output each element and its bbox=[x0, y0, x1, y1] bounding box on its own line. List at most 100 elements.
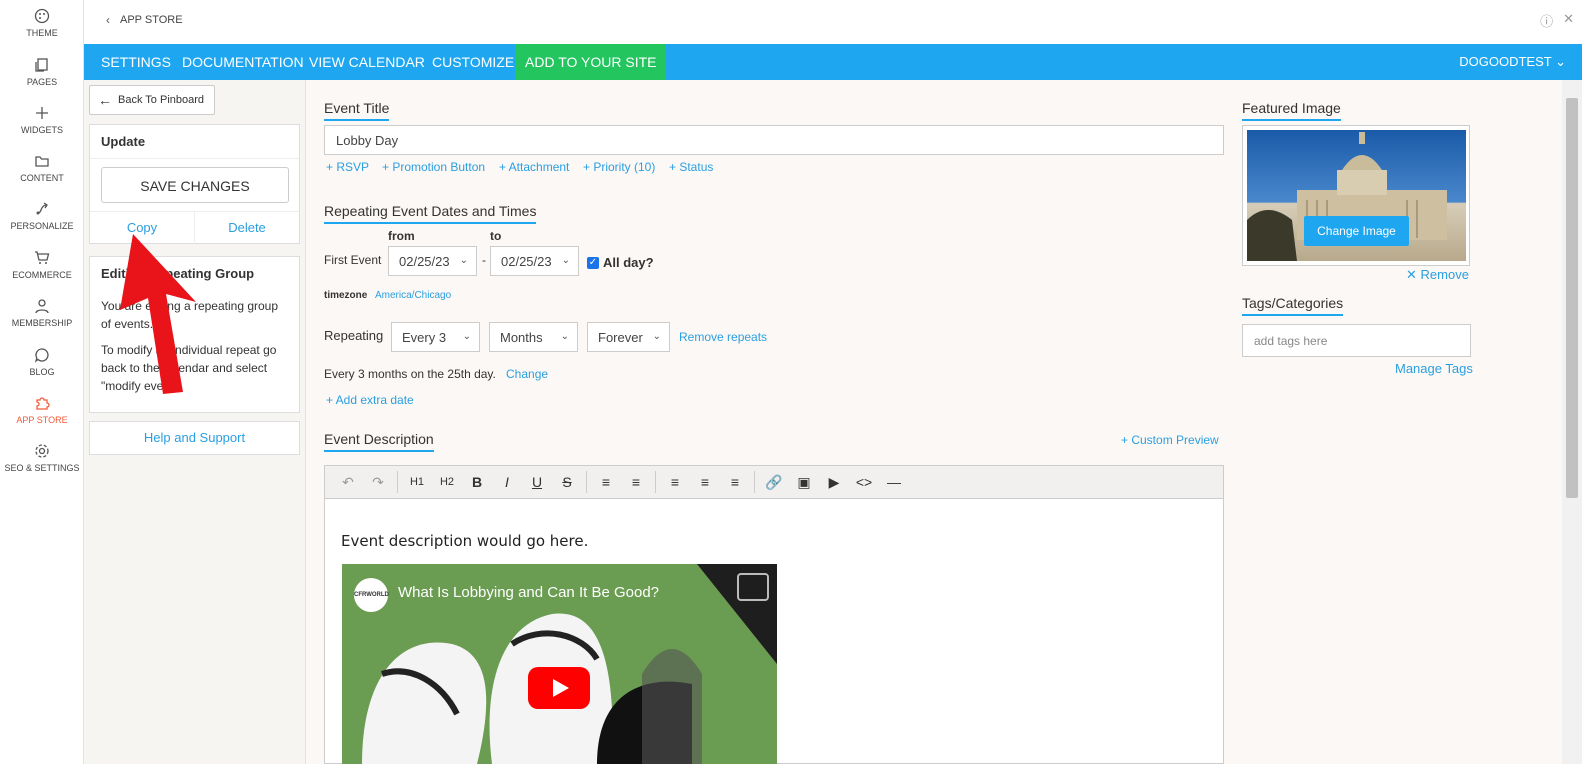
save-changes-button[interactable]: SAVE CHANGES bbox=[101, 167, 289, 203]
update-card: Update SAVE CHANGES Copy Delete bbox=[89, 124, 300, 244]
user-icon bbox=[35, 299, 49, 314]
status-link[interactable]: + Status bbox=[669, 160, 713, 174]
close-icon[interactable]: ✕ bbox=[1563, 11, 1574, 30]
rail-item-content[interactable]: CONTENT bbox=[0, 153, 84, 183]
rail-item-theme[interactable]: THEME bbox=[0, 8, 84, 38]
nav-view-calendar[interactable]: VIEW CALENDAR bbox=[309, 44, 425, 80]
remove-image-label: Remove bbox=[1420, 267, 1469, 282]
rail-item-ecommerce[interactable]: ECOMMERCE bbox=[0, 250, 84, 280]
help-and-support-link[interactable]: Help and Support bbox=[89, 421, 300, 455]
palette-icon bbox=[34, 8, 50, 24]
user-menu[interactable]: DOGOODTEST ⌄ bbox=[1459, 44, 1566, 80]
strikethrough-icon[interactable]: S bbox=[552, 474, 582, 490]
nav-add-to-your-site[interactable]: ADD TO YOUR SITE bbox=[515, 44, 667, 80]
repeat-until-value: Forever bbox=[598, 329, 643, 345]
change-image-button[interactable]: Change Image bbox=[1304, 216, 1409, 246]
to-date-select[interactable]: 02/25/23 ⌄ bbox=[490, 246, 579, 276]
repeat-until-select[interactable]: Forever ⌄ bbox=[587, 322, 670, 352]
bold-icon[interactable]: B bbox=[462, 474, 492, 490]
delete-link[interactable]: Delete bbox=[194, 212, 299, 242]
help-icon[interactable]: ⓘ bbox=[1540, 11, 1553, 30]
back-to-pinboard-button[interactable]: ← Back To Pinboard bbox=[89, 85, 215, 115]
scrollbar-thumb[interactable] bbox=[1566, 98, 1578, 498]
from-date-select[interactable]: 02/25/23 ⌄ bbox=[388, 246, 477, 276]
rail-item-membership[interactable]: MEMBERSHIP bbox=[0, 298, 84, 328]
chevron-down-icon: ⌄ bbox=[462, 331, 471, 342]
cart-icon bbox=[35, 251, 50, 264]
heading-1-button[interactable]: H1 bbox=[402, 476, 432, 488]
tags-placeholder: add tags here bbox=[1254, 333, 1328, 348]
user-name: DOGOODTEST bbox=[1459, 54, 1552, 69]
breadcrumb[interactable]: ‹ APP STORE bbox=[106, 13, 183, 27]
align-right-icon[interactable]: ≡ bbox=[720, 474, 750, 490]
chevron-left-icon: ‹ bbox=[106, 13, 110, 27]
featured-image-label: Featured Image bbox=[1242, 100, 1341, 121]
event-title-label: Event Title bbox=[324, 100, 390, 121]
personalize-icon bbox=[36, 202, 48, 215]
description-text: Event description would go here. bbox=[341, 532, 589, 550]
priority-link[interactable]: + Priority (10) bbox=[583, 160, 655, 174]
bullet-list-icon[interactable]: ≡ bbox=[591, 474, 621, 490]
video-title: What Is Lobbying and Can It Be Good? bbox=[398, 584, 659, 601]
nav-documentation[interactable]: DOCUMENTATION bbox=[182, 44, 304, 80]
toolbar-divider bbox=[397, 471, 398, 493]
event-title-input[interactable]: Lobby Day bbox=[324, 125, 1224, 155]
chevron-down-icon: ⌄ bbox=[459, 255, 468, 266]
all-day-toggle[interactable]: ✓ All day? bbox=[587, 255, 654, 270]
manage-tags-link[interactable]: Manage Tags bbox=[1395, 361, 1473, 376]
rail-item-app-store[interactable]: APP STORE bbox=[0, 395, 84, 425]
rail-label: SEO & SETTINGS bbox=[4, 463, 80, 473]
heading-2-button[interactable]: H2 bbox=[432, 476, 462, 488]
close-icon: ✕ bbox=[1406, 267, 1417, 282]
repeat-unit-value: Months bbox=[500, 329, 543, 345]
repeat-summary: Every 3 months on the 25th day. bbox=[324, 367, 496, 381]
numbered-list-icon[interactable]: ≡ bbox=[621, 474, 651, 490]
chevron-down-icon: ⌄ bbox=[652, 331, 661, 342]
rail-item-blog[interactable]: BLOG bbox=[0, 347, 84, 377]
nav-customize[interactable]: CUSTOMIZE bbox=[432, 44, 514, 80]
rsvp-link[interactable]: + RSVP bbox=[326, 160, 369, 174]
play-button-icon[interactable] bbox=[528, 667, 590, 709]
app-window: THEME PAGES WIDGETS CONTENT PERSONALIZE … bbox=[0, 0, 1582, 764]
add-extra-date-link[interactable]: + Add extra date bbox=[326, 393, 414, 407]
checkbox-checked-icon[interactable]: ✓ bbox=[587, 256, 599, 269]
rail-item-seo-settings[interactable]: SEO & SETTINGS bbox=[0, 443, 84, 473]
undo-icon[interactable]: ↶ bbox=[333, 474, 363, 491]
repeat-every-select[interactable]: Every 3 ⌄ bbox=[391, 322, 480, 352]
promotion-button-link[interactable]: + Promotion Button bbox=[382, 160, 485, 174]
link-icon[interactable]: 🔗 bbox=[759, 474, 789, 491]
from-date-value: 02/25/23 bbox=[399, 253, 450, 269]
horizontal-rule-icon[interactable]: — bbox=[879, 474, 909, 490]
embedded-video[interactable]: CFRWORLD What Is Lobbying and Can It Be … bbox=[342, 564, 777, 764]
redo-icon[interactable]: ↷ bbox=[363, 474, 393, 491]
align-center-icon[interactable]: ≡ bbox=[690, 474, 720, 490]
align-left-icon[interactable]: ≡ bbox=[660, 474, 690, 490]
repeat-unit-select[interactable]: Months ⌄ bbox=[489, 322, 578, 352]
app-nav: SETTINGS DOCUMENTATION VIEW CALENDAR CUS… bbox=[84, 44, 1582, 80]
timezone-label: timezone bbox=[324, 290, 368, 301]
code-icon[interactable]: <> bbox=[849, 474, 879, 490]
description-label: Event Description bbox=[324, 431, 434, 452]
attachment-link[interactable]: + Attachment bbox=[499, 160, 569, 174]
scrollbar[interactable] bbox=[1562, 80, 1582, 764]
rail-item-pages[interactable]: PAGES bbox=[0, 57, 84, 87]
rail-item-widgets[interactable]: WIDGETS bbox=[0, 105, 84, 135]
remove-image-link[interactable]: ✕ Remove bbox=[1406, 267, 1469, 283]
top-bar: ‹ APP STORE ⓘ ✕ bbox=[84, 0, 1582, 44]
video-icon[interactable]: ▶ bbox=[819, 474, 849, 491]
rail-item-personalize[interactable]: PERSONALIZE bbox=[0, 201, 84, 231]
underline-icon[interactable]: U bbox=[522, 474, 552, 490]
change-repeat-link[interactable]: Change bbox=[506, 367, 548, 381]
custom-preview-link[interactable]: + Custom Preview bbox=[1121, 433, 1219, 447]
nav-settings[interactable]: SETTINGS bbox=[101, 44, 171, 80]
rail-label: ECOMMERCE bbox=[12, 270, 72, 280]
remove-repeats-link[interactable]: Remove repeats bbox=[679, 330, 767, 344]
italic-icon[interactable]: I bbox=[492, 474, 522, 490]
timezone-link[interactable]: America/Chicago bbox=[375, 290, 451, 301]
tags-input[interactable]: add tags here bbox=[1242, 324, 1471, 357]
toolbar-divider bbox=[655, 471, 656, 493]
image-icon[interactable]: ▣ bbox=[789, 474, 819, 491]
editor-content[interactable]: Event description would go here. CFRWORL… bbox=[324, 499, 1224, 764]
featured-image: Change Image bbox=[1247, 130, 1466, 261]
rail-label: MEMBERSHIP bbox=[11, 318, 73, 328]
